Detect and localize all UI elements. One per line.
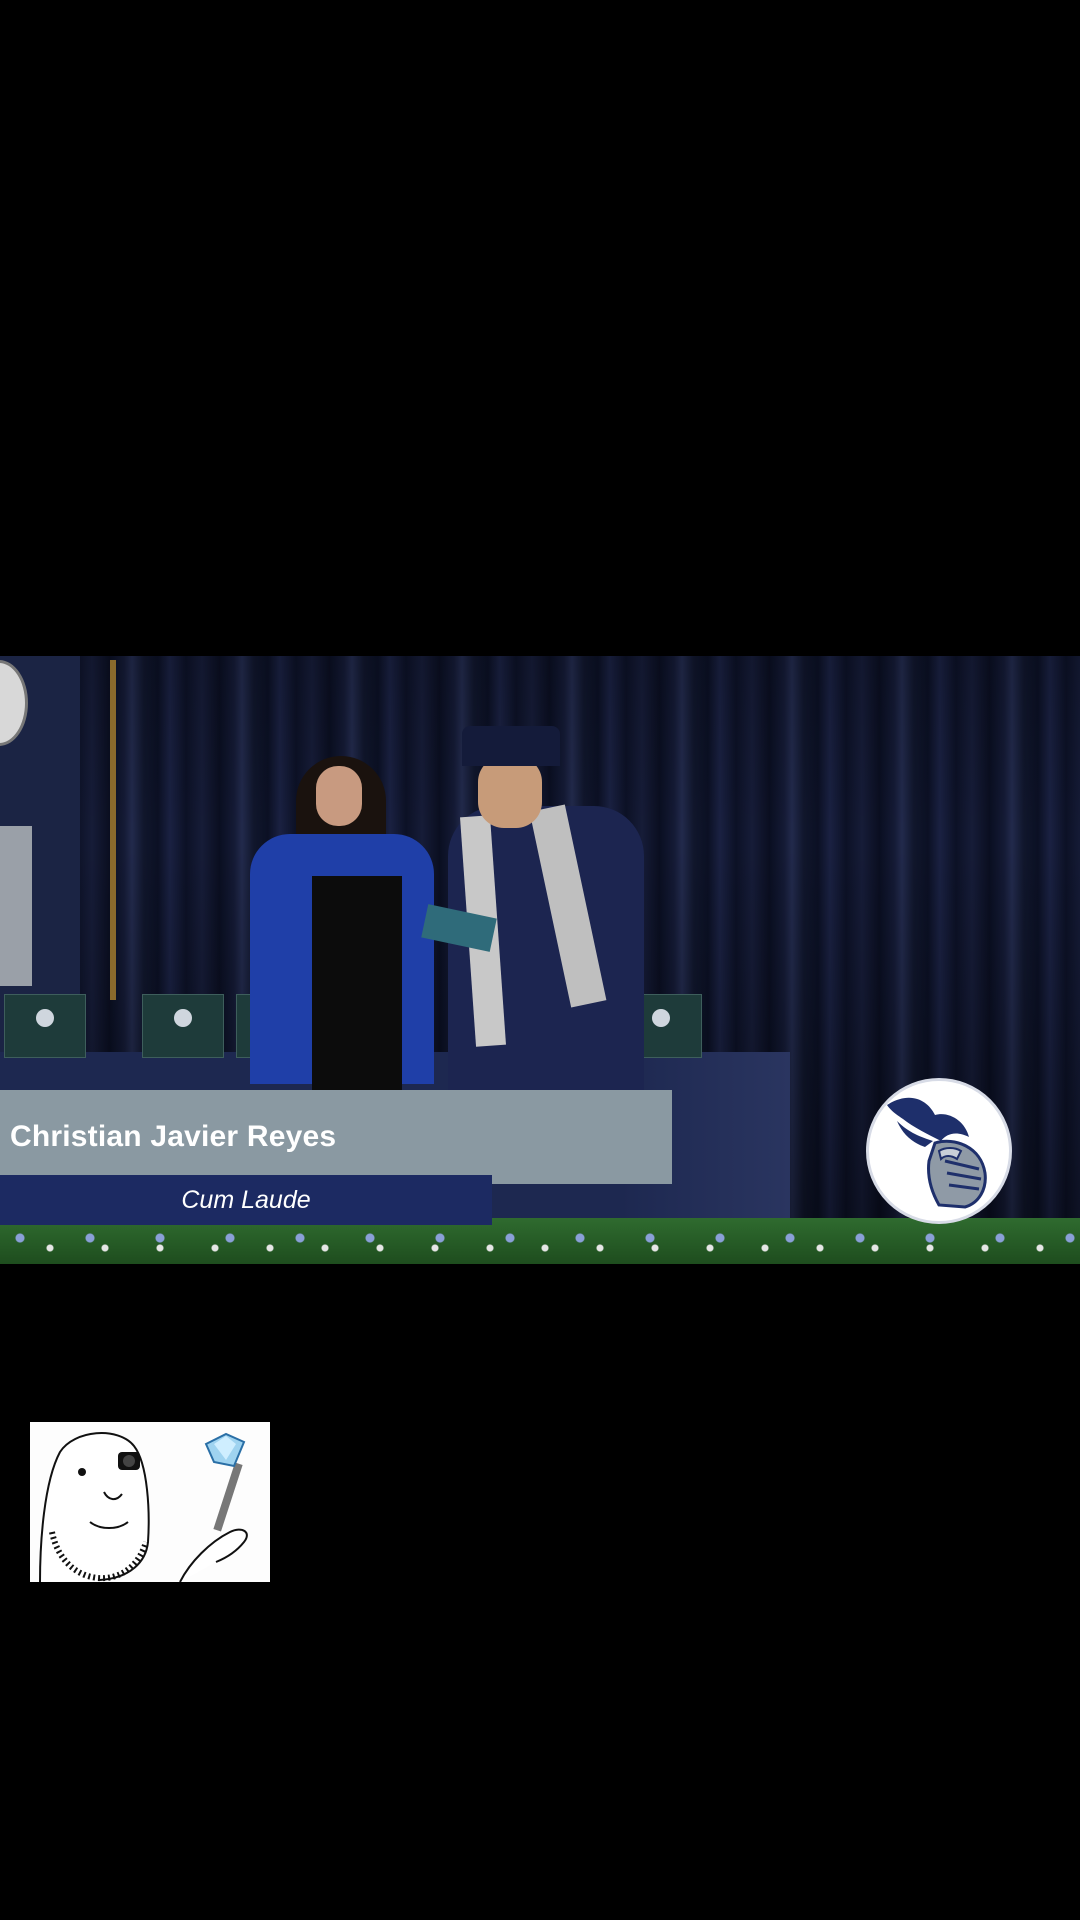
diploma-cover: [142, 994, 224, 1058]
presenter-face: [316, 766, 362, 826]
diploma-seal: [36, 1009, 54, 1027]
wall-panel: [0, 826, 32, 986]
graduate-face: [478, 756, 542, 828]
flag-pole: [110, 660, 116, 1000]
wojak-jeweler-inspecting-diamond-sticker-icon: [30, 1422, 270, 1583]
graduate-cap: [462, 726, 560, 766]
graduate-name: Christian Javier Reyes: [10, 1120, 337, 1153]
logo-graphic: [887, 1097, 987, 1209]
sticker-graphic: [30, 1422, 270, 1583]
video-frame[interactable]: Christian Javier Reyes Cum Laude: [0, 656, 1080, 1264]
presenter-dress: [312, 876, 402, 1096]
honor-bar: Cum Laude: [0, 1175, 492, 1225]
diploma-cover: [4, 994, 86, 1058]
diploma-seal: [652, 1009, 670, 1027]
graduate-name-bar: Christian Javier Reyes: [0, 1090, 672, 1184]
graduate-honor: Cum Laude: [181, 1185, 311, 1214]
diploma-seal: [174, 1009, 192, 1027]
knight-helmet-logo-icon: [866, 1078, 1012, 1224]
